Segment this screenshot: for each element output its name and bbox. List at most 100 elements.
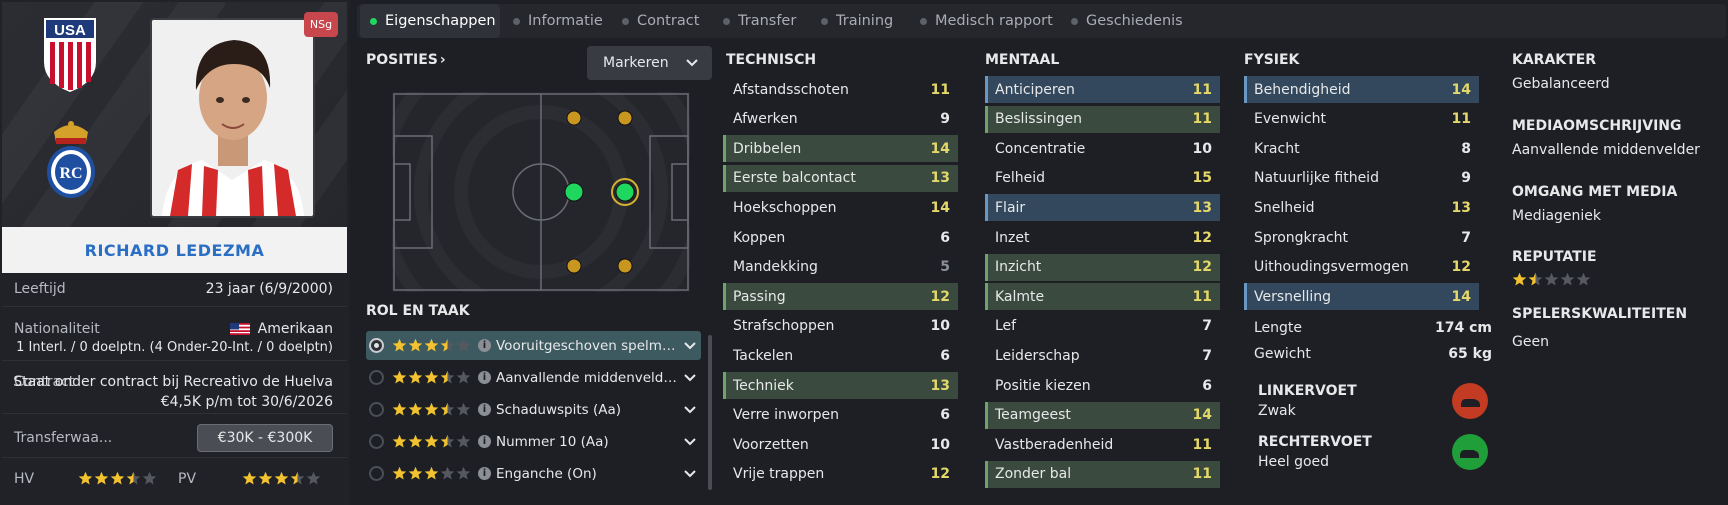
attribute-row[interactable]: Vastberadenheid 11 xyxy=(985,431,1220,458)
media-label: MEDIAOMSCHRIJVING xyxy=(1512,118,1682,134)
info-icon[interactable]: i xyxy=(478,403,491,416)
weight-label: Gewicht xyxy=(1254,346,1311,362)
attribute-row[interactable]: Lef 7 xyxy=(985,313,1220,340)
attribute-row[interactable]: Kracht 8 xyxy=(1244,135,1479,162)
attribute-row[interactable]: Passing 12 xyxy=(723,283,958,311)
attribute-row[interactable]: Tackelen 6 xyxy=(723,342,958,369)
attribute-row[interactable]: Dribbelen 14 xyxy=(723,135,958,163)
attribute-row[interactable]: Natuurlijke fitheid 9 xyxy=(1244,165,1479,192)
tab-medisch-rapport[interactable]: Medisch rapport xyxy=(920,4,1053,38)
star-icon xyxy=(126,471,141,485)
positions-title-text: POSITIES xyxy=(366,52,438,68)
tab-transfer[interactable]: Transfer xyxy=(723,4,796,38)
attribute-row[interactable]: Afstandsschoten 11 xyxy=(723,76,958,103)
role-item[interactable]: i Vooruitgeschoven spelma... xyxy=(366,331,701,360)
info-icon[interactable]: i xyxy=(478,339,491,352)
role-item[interactable]: i Nummer 10 (Aa) xyxy=(366,427,701,456)
radio-button[interactable] xyxy=(369,338,384,353)
star-icon xyxy=(290,471,305,485)
attribute-row[interactable]: Concentratie 10 xyxy=(985,135,1220,162)
tab-geschiedenis[interactable]: Geschiedenis xyxy=(1071,4,1183,38)
attribute-row[interactable]: Inzicht 12 xyxy=(985,253,1220,281)
role-list-scrollbar[interactable] xyxy=(708,335,712,490)
role-item[interactable]: i Schaduwspits (Aa) xyxy=(366,395,701,424)
attribute-name: Vastberadenheid xyxy=(995,436,1114,453)
chevron-down-icon[interactable] xyxy=(679,466,701,482)
club-badge[interactable]: RC xyxy=(44,118,98,200)
attribute-row[interactable]: Inzet 12 xyxy=(985,224,1220,251)
attribute-row[interactable]: Behendigheid 14 xyxy=(1244,76,1479,103)
ca-label: HV xyxy=(14,471,35,487)
transfer-value-chip[interactable]: €30K - €300K xyxy=(197,424,333,452)
info-icon[interactable]: i xyxy=(478,467,491,480)
ca-stars xyxy=(78,471,158,490)
attribute-row[interactable]: Mandekking 5 xyxy=(723,254,958,281)
attribute-row[interactable]: Versnelling 14 xyxy=(1244,283,1479,311)
attribute-row[interactable]: Flair 13 xyxy=(985,194,1220,222)
star-icon xyxy=(408,434,423,448)
attribute-row[interactable]: Koppen 6 xyxy=(723,224,958,251)
left-foot-value: Zwak xyxy=(1258,403,1296,419)
attribute-row[interactable]: Uithoudingsvermogen 12 xyxy=(1244,254,1479,281)
chevron-down-icon[interactable] xyxy=(679,370,701,386)
attribute-row[interactable]: Vrije trappen 12 xyxy=(723,461,958,488)
attribute-row[interactable]: Eerste balcontact 13 xyxy=(723,164,958,192)
positions-title[interactable]: POSITIES › xyxy=(366,52,446,68)
attribute-value: 14 xyxy=(1192,407,1212,424)
chevron-down-icon[interactable] xyxy=(679,402,701,418)
attribute-row[interactable]: Evenwicht 11 xyxy=(1244,106,1479,133)
role-label: Schaduwspits (Aa) xyxy=(496,401,622,418)
info-icon[interactable]: i xyxy=(478,371,491,384)
radio-button[interactable] xyxy=(369,402,384,417)
role-label: Nummer 10 (Aa) xyxy=(496,433,609,450)
attribute-row[interactable]: Sprongkracht 7 xyxy=(1244,224,1479,251)
attribute-value: 6 xyxy=(1202,377,1212,394)
mark-dropdown-button[interactable]: Markeren xyxy=(587,46,712,80)
national-team-badge[interactable]: USA xyxy=(40,16,100,94)
attribute-row[interactable]: Teamgeest 14 xyxy=(985,401,1220,429)
attribute-row[interactable]: Verre inworpen 6 xyxy=(723,402,958,429)
nsg-badge: NSg xyxy=(304,12,338,37)
role-item[interactable]: i Aanvallende middenvelder... xyxy=(366,363,701,392)
role-stars xyxy=(392,370,472,385)
tab-contract[interactable]: Contract xyxy=(622,4,699,38)
attribute-row[interactable]: Leiderschap 7 xyxy=(985,342,1220,369)
chevron-down-icon[interactable] xyxy=(679,338,701,354)
radio-button[interactable] xyxy=(369,370,384,385)
attribute-row[interactable]: Snelheid 13 xyxy=(1244,194,1479,221)
star-icon xyxy=(94,471,109,485)
tab-dot-icon xyxy=(920,17,927,25)
attribute-row[interactable]: Kalmte 11 xyxy=(985,283,1220,311)
attribute-row[interactable]: Beslissingen 11 xyxy=(985,105,1220,133)
attribute-value: 10 xyxy=(930,318,950,335)
right-foot-card: RECHTERVOET Heel goed xyxy=(1248,427,1498,477)
attribute-row[interactable]: Strafschoppen 10 xyxy=(723,313,958,340)
chevron-right-icon: › xyxy=(439,52,446,68)
attribute-row[interactable]: Felheid 15 xyxy=(985,165,1220,192)
attribute-value: 6 xyxy=(940,229,950,246)
attribute-row[interactable]: Zonder bal 11 xyxy=(985,460,1220,488)
tab-training[interactable]: Training xyxy=(821,4,893,38)
star-icon xyxy=(424,466,439,480)
chevron-down-icon[interactable] xyxy=(679,434,701,450)
info-icon[interactable]: i xyxy=(478,435,491,448)
radio-button[interactable] xyxy=(369,466,384,481)
attribute-row[interactable]: Voorzetten 10 xyxy=(723,431,958,458)
role-item[interactable]: i Enganche (On) xyxy=(366,459,701,488)
attribute-row[interactable]: Techniek 13 xyxy=(723,372,958,399)
tab-label: Medisch rapport xyxy=(935,13,1053,29)
attribute-row[interactable]: Positie kiezen 6 xyxy=(985,372,1220,399)
national-badge-text: USA xyxy=(54,22,86,39)
position-pitch xyxy=(392,92,690,292)
role-stars xyxy=(392,434,472,449)
tab-informatie[interactable]: Informatie xyxy=(513,4,603,38)
tab-eigenschappen[interactable]: Eigenschappen xyxy=(360,4,500,38)
star-icon xyxy=(258,471,273,485)
nationality-value-wrap[interactable]: Amerikaan xyxy=(229,321,333,337)
attribute-row[interactable]: Afwerken 9 xyxy=(723,106,958,133)
player-name: RICHARD LEDEZMA xyxy=(84,240,265,260)
attribute-row[interactable]: Hoekschoppen 14 xyxy=(723,194,958,221)
attribute-row[interactable]: Anticiperen 11 xyxy=(985,76,1220,103)
radio-button[interactable] xyxy=(369,434,384,449)
star-icon xyxy=(392,370,407,384)
